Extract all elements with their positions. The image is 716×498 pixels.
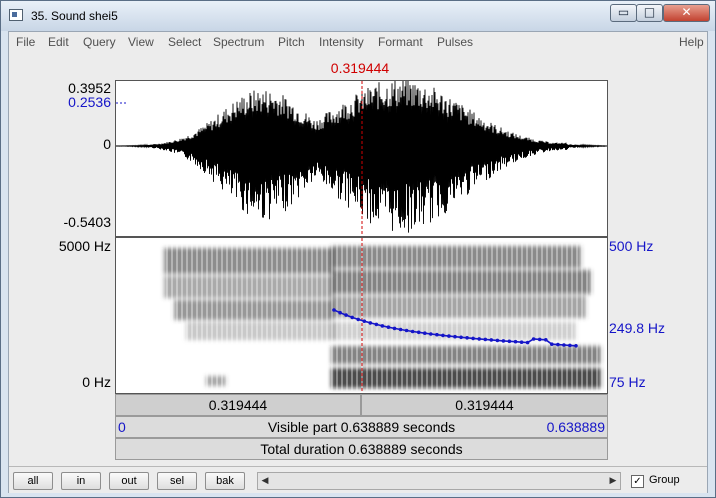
pitch-point — [495, 338, 500, 343]
pitch-point — [447, 334, 451, 338]
pitch-point — [525, 340, 530, 345]
pitch-point — [386, 325, 391, 329]
pitch-point — [380, 324, 385, 328]
pitch-point — [374, 322, 379, 327]
pitch-point — [368, 321, 373, 325]
menu-intensity[interactable]: Intensity — [319, 35, 364, 49]
minimize-button[interactable]: ▭ — [610, 4, 637, 22]
time-scrollbar[interactable]: ◀ ▶ — [257, 472, 621, 490]
waveform-trace — [115, 78, 607, 233]
menu-bar: File Edit Query View Select Spectrum Pit… — [9, 32, 707, 52]
pitch-point — [416, 330, 421, 335]
visible-end-label: 0.638889 — [546, 419, 605, 435]
waveform-plot[interactable] — [115, 78, 607, 236]
pitch-point — [350, 315, 354, 320]
pitch-point — [429, 332, 433, 336]
pitch-point — [544, 338, 548, 342]
menu-select[interactable]: Select — [168, 35, 201, 49]
editor-client-area: File Edit Query View Select Spectrum Pit… — [8, 31, 708, 493]
waveform-zero-label: 0 — [103, 136, 111, 152]
zoom-in-button[interactable]: in — [61, 472, 101, 490]
visible-part-label: Visible part 0.638889 seconds — [267, 419, 456, 435]
close-button[interactable]: ✕ — [663, 4, 710, 22]
pitch-top-label: 500 Hz — [609, 238, 654, 254]
pitch-point — [392, 326, 397, 331]
menu-view[interactable]: View — [128, 35, 154, 49]
pitch-point — [410, 329, 415, 334]
pitch-point — [513, 339, 518, 344]
pitch-point — [435, 332, 439, 337]
right-segment-bar[interactable]: 0.319444 — [361, 394, 608, 416]
scroll-left-arrow-icon[interactable]: ◀ — [258, 473, 272, 489]
pitch-point — [453, 334, 457, 339]
spectrogram-top-label: 5000 Hz — [58, 238, 111, 254]
spectrogram-panel[interactable] — [115, 237, 608, 394]
pitch-point — [362, 319, 367, 323]
pitch-point — [501, 339, 506, 343]
pitch-point — [562, 343, 566, 347]
pitch-mid-label: 249.8 Hz — [609, 320, 666, 336]
scroll-right-arrow-icon[interactable]: ▶ — [606, 473, 620, 489]
window-title: 35. Sound shei5 — [31, 9, 118, 23]
visible-part-bar[interactable]: 0 Visible part 0.638889 seconds 0.638889 — [115, 416, 608, 438]
pitch-point — [338, 310, 342, 315]
waveform-cursor-value-label: 0.2536 — [68, 94, 111, 110]
zoom-selection-button[interactable]: sel — [157, 472, 197, 490]
waveform-min-label: -0.5403 — [63, 214, 111, 230]
pitch-point — [537, 337, 542, 342]
pitch-point — [332, 308, 336, 312]
spectrogram-plot[interactable] — [116, 238, 607, 393]
pitch-point — [519, 340, 524, 344]
pitch-point — [459, 335, 463, 340]
total-duration-label: Total duration 0.638889 seconds — [260, 441, 463, 457]
pitch-point — [471, 336, 475, 341]
menu-formant[interactable]: Formant — [378, 35, 423, 49]
spectrogram-bottom-label: 0 Hz — [82, 374, 111, 390]
bottom-controls: all in out sel bak ◀ ▶ ✓ Group — [9, 466, 707, 493]
pitch-point — [483, 337, 488, 342]
zoom-out-button[interactable]: out — [109, 472, 149, 490]
pitch-point — [477, 337, 482, 341]
zoom-all-button[interactable]: all — [13, 472, 53, 490]
pitch-point — [531, 337, 536, 341]
menu-help[interactable]: Help — [679, 35, 704, 49]
pitch-point — [356, 317, 360, 322]
menu-pitch[interactable]: Pitch — [278, 35, 305, 49]
pitch-point — [344, 313, 348, 317]
menu-file[interactable]: File — [16, 35, 35, 49]
pitch-point — [465, 336, 469, 340]
menu-edit[interactable]: Edit — [48, 35, 69, 49]
pitch-point — [507, 339, 512, 344]
pitch-point — [574, 344, 578, 348]
zoom-back-button[interactable]: bak — [205, 472, 245, 490]
waveform-panel[interactable] — [115, 78, 608, 237]
pitch-point — [398, 327, 403, 332]
pitch-point — [404, 328, 409, 333]
window-app-icon[interactable] — [9, 9, 23, 21]
pitch-point — [556, 342, 560, 347]
maximize-button[interactable]: □ — [636, 4, 663, 22]
menu-query[interactable]: Query — [83, 35, 116, 49]
spectrogram-texture — [164, 243, 604, 391]
menu-pulses[interactable]: Pulses — [437, 35, 473, 49]
menu-spectrum[interactable]: Spectrum — [213, 35, 264, 49]
pitch-bottom-label: 75 Hz — [609, 374, 646, 390]
left-segment-bar[interactable]: 0.319444 — [115, 394, 361, 416]
cursor-time-label: 0.319444 — [330, 60, 390, 76]
pitch-point — [568, 343, 572, 348]
pitch-point — [489, 338, 494, 342]
pitch-point — [550, 342, 554, 346]
title-bar[interactable]: 35. Sound shei5 ▭ □ ✕ — [1, 1, 715, 31]
group-label: Group — [649, 474, 680, 486]
pitch-point — [423, 331, 427, 335]
pitch-point — [441, 333, 445, 338]
total-duration-bar[interactable]: Total duration 0.638889 seconds — [115, 438, 608, 460]
group-checkbox[interactable]: ✓ — [631, 475, 644, 488]
praat-sound-window: 35. Sound shei5 ▭ □ ✕ File Edit Query Vi… — [0, 0, 716, 498]
